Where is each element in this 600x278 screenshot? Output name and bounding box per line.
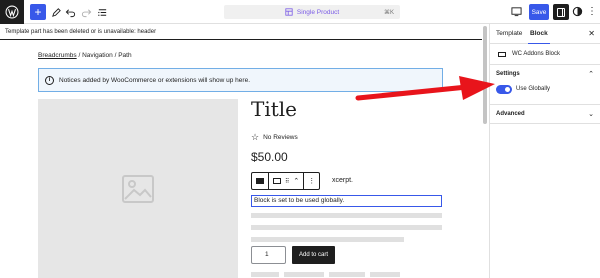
block-type-button[interactable] bbox=[252, 173, 269, 189]
meta-skeleton bbox=[251, 272, 279, 277]
document-overview-icon[interactable] bbox=[94, 4, 110, 20]
breadcrumb-link[interactable]: Breadcrumbs bbox=[38, 52, 77, 59]
skeleton-line bbox=[251, 213, 442, 218]
styles-half-circle-icon[interactable] bbox=[572, 6, 583, 17]
quantity-input[interactable]: 1 bbox=[251, 246, 286, 264]
use-globally-label: Use Globally bbox=[516, 86, 551, 92]
use-globally-toggle[interactable] bbox=[496, 84, 512, 94]
skeleton-line bbox=[251, 237, 404, 242]
meta-skeleton bbox=[284, 272, 324, 277]
editor-topbar: + Single Product ⌘K Save ⋮ bbox=[0, 0, 600, 24]
tab-block[interactable]: Block bbox=[528, 24, 550, 44]
block-mover-group: ⠿ ⌃ bbox=[269, 173, 305, 189]
view-desktop-icon[interactable] bbox=[511, 6, 522, 19]
missing-template-part-notice: Template part has been deleted or is una… bbox=[0, 24, 482, 40]
advanced-panel-header[interactable]: Advanced ⌄ bbox=[490, 105, 600, 123]
advanced-panel-title: Advanced bbox=[496, 111, 525, 117]
canvas-scrollbar[interactable] bbox=[483, 26, 487, 124]
block-name: WC Addons Block bbox=[512, 51, 561, 57]
chevron-down-icon: ⌄ bbox=[588, 111, 594, 118]
global-block-notice[interactable]: Block is set to be used globally. bbox=[251, 195, 442, 207]
document-title: Single Product bbox=[296, 8, 340, 16]
product-rating[interactable]: ☆ No Reviews bbox=[251, 132, 298, 143]
block-toolbar: ⠿ ⌃ ⋮ bbox=[251, 172, 321, 190]
options-more-icon[interactable]: ⋮ bbox=[587, 5, 597, 19]
product-price[interactable]: $50.00 bbox=[251, 150, 288, 164]
block-options-button[interactable]: ⋮ bbox=[304, 173, 319, 189]
add-block-button[interactable]: + bbox=[30, 4, 46, 20]
block-card: WC Addons Block bbox=[490, 44, 600, 65]
undo-icon[interactable] bbox=[62, 4, 78, 20]
use-globally-row: Use Globally bbox=[490, 83, 600, 95]
wordpress-logo-icon[interactable] bbox=[0, 0, 24, 24]
settings-toggle-button[interactable] bbox=[553, 4, 569, 20]
settings-panel-title: Settings bbox=[496, 71, 520, 77]
settings-sidebar: Template Block ✕ WC Addons Block Setting… bbox=[489, 24, 600, 278]
template-icon bbox=[285, 8, 293, 16]
breadcrumb-rest: / Navigation / Path bbox=[76, 52, 132, 59]
woocommerce-notice-text: Notices added by WooCommerce or extensio… bbox=[59, 76, 250, 84]
skeleton-line bbox=[251, 225, 442, 230]
product-title[interactable]: Title bbox=[251, 97, 297, 121]
move-up-down-icon[interactable]: ⌃ bbox=[293, 177, 299, 185]
reviews-text: No Reviews bbox=[263, 134, 298, 141]
command-shortcut: ⌘K bbox=[383, 9, 394, 16]
drag-handle-icon[interactable]: ⠿ bbox=[285, 178, 289, 185]
settings-panel: Settings ⌃ Use Globally bbox=[490, 65, 600, 105]
breadcrumb: Breadcrumbs / Navigation / Path bbox=[38, 52, 132, 59]
close-icon[interactable]: ✕ bbox=[588, 24, 595, 44]
image-icon bbox=[122, 174, 154, 203]
save-button[interactable]: Save bbox=[529, 4, 549, 20]
product-meta-placeholder bbox=[251, 272, 451, 278]
sidebar-tabs: Template Block ✕ bbox=[490, 24, 600, 44]
chevron-up-icon: ⌃ bbox=[588, 71, 594, 78]
excerpt-text: xcerpt. bbox=[332, 177, 354, 184]
block-icon bbox=[498, 51, 506, 57]
star-icon: ☆ bbox=[251, 132, 260, 142]
info-icon: i bbox=[45, 75, 54, 85]
woocommerce-notice: i Notices added by WooCommerce or extens… bbox=[38, 68, 443, 92]
more-options-icon: ⋮ bbox=[308, 178, 316, 185]
settings-panel-header[interactable]: Settings ⌃ bbox=[490, 65, 600, 83]
meta-skeleton bbox=[370, 272, 400, 277]
tab-template[interactable]: Template bbox=[496, 24, 522, 44]
meta-skeleton bbox=[329, 272, 365, 277]
advanced-panel: Advanced ⌄ bbox=[490, 105, 600, 124]
editor-canvas: Template part has been deleted or is una… bbox=[0, 24, 482, 278]
redo-icon[interactable] bbox=[78, 4, 94, 20]
document-title-bar[interactable]: Single Product ⌘K bbox=[224, 5, 400, 19]
product-image-placeholder[interactable] bbox=[38, 99, 238, 278]
add-to-cart-button[interactable]: Add to cart bbox=[292, 246, 335, 264]
block-type-icon bbox=[256, 178, 264, 184]
block-icon bbox=[273, 178, 281, 184]
sidebar-icon bbox=[557, 7, 565, 17]
